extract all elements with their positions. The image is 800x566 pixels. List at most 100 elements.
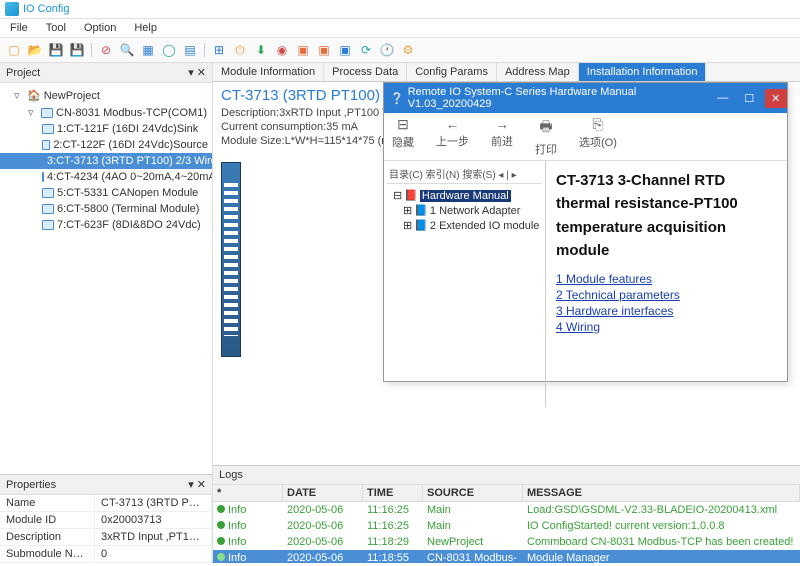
download-icon[interactable]: ⬇ — [252, 41, 270, 59]
module-icon — [42, 172, 44, 182]
table-icon[interactable]: ▤ — [181, 41, 199, 59]
content-tabs: Module Information Process Data Config P… — [213, 63, 800, 82]
module-icon[interactable]: ▦ — [139, 41, 157, 59]
home-icon: 🏠 — [27, 89, 41, 102]
power-icon[interactable]: ⏻ — [231, 41, 249, 59]
manual-options-button[interactable]: ⎘选项(O) — [579, 116, 617, 157]
manual-link-parameters[interactable]: 2 Technical parameters — [556, 288, 777, 302]
logs-header: Logs — [213, 466, 800, 485]
logs-rows: Info2020-05-0611:16:25MainLoad:GSD\GSDML… — [213, 502, 800, 563]
manual-link-interfaces[interactable]: 3 Hardware interfaces — [556, 304, 777, 318]
tree-module-4[interactable]: 4:CT-4234 (4AO 0~20mA,4~20mA) — [0, 169, 212, 185]
properties-grid: NameCT-3713 (3RTD PT100) Module ID0x2000… — [0, 495, 212, 563]
tab-config-params[interactable]: Config Params — [407, 63, 497, 81]
module-icon — [42, 188, 54, 198]
prop-val: CT-3713 (3RTD PT100) — [95, 495, 212, 512]
log-row[interactable]: Info2020-05-0611:16:25MainLoad:GSD\GSDML… — [213, 502, 800, 518]
log-row[interactable]: Info2020-05-0611:18:29NewProjectCommboar… — [213, 534, 800, 550]
prop-key: Submodule Number — [0, 546, 95, 563]
tree-module-2[interactable]: 2:CT-122F (16DI 24Vdc)Source — [0, 137, 212, 153]
save-icon[interactable]: 💾 — [47, 41, 65, 59]
adapter-icon — [41, 108, 53, 118]
box1-icon[interactable]: ▣ — [294, 41, 312, 59]
grid-icon[interactable]: ⊞ — [210, 41, 228, 59]
prop-val: 3xRTD Input ,PT100 T... — [95, 529, 212, 546]
properties-panel: Properties ▾ ✕ NameCT-3713 (3RTD PT100) … — [0, 474, 212, 563]
tree-module-6[interactable]: 6:CT-5800 (Terminal Module) — [0, 201, 212, 217]
back-icon: ← — [446, 116, 460, 132]
manual-nav: 目录(C) 索引(N) 搜索(S) ◂ | ▸ ⊟📕Hardware Manua… — [384, 161, 546, 407]
status-dot-icon — [217, 521, 225, 529]
menu-tool[interactable]: Tool — [46, 22, 66, 34]
nav-item-hardware-manual[interactable]: ⊟📕Hardware Manual — [389, 188, 540, 203]
properties-header: Properties ▾ ✕ — [0, 475, 212, 495]
book-icon: 📘 — [414, 219, 428, 232]
open-icon[interactable]: 📂 — [26, 41, 44, 59]
menu-file[interactable]: File — [10, 22, 28, 34]
app-title: IO Config — [23, 3, 69, 15]
status-dot-icon — [217, 553, 225, 561]
manual-titlebar[interactable]: ❔ Remote IO System-C Series Hardware Man… — [384, 83, 787, 113]
prop-val: 0 — [95, 546, 212, 563]
manual-link-wiring[interactable]: 4 Wiring — [556, 320, 777, 334]
clock-icon[interactable]: 🕐 — [378, 41, 396, 59]
sync-icon[interactable]: ⟳ — [357, 41, 375, 59]
manual-link-features[interactable]: 1 Module features — [556, 272, 777, 286]
maximize-button[interactable]: ☐ — [738, 92, 761, 105]
status-dot-icon — [217, 505, 225, 513]
tab-address-map[interactable]: Address Map — [497, 63, 579, 81]
search-icon[interactable]: 🔍 — [118, 41, 136, 59]
manual-hide-button[interactable]: ⊟隐藏 — [392, 116, 414, 157]
tab-install-info[interactable]: Installation Information — [579, 63, 707, 81]
status-dot-icon — [217, 537, 225, 545]
prop-key: Module ID — [0, 512, 95, 529]
nav-item-extended-io[interactable]: ⊞📘2 Extended IO module — [389, 218, 540, 233]
circle-icon[interactable]: ◯ — [160, 41, 178, 59]
gear-icon[interactable]: ⚙ — [399, 41, 417, 59]
tab-process-data[interactable]: Process Data — [324, 63, 407, 81]
menu-help[interactable]: Help — [134, 22, 157, 34]
module-image — [221, 162, 241, 357]
right-panel: Module Information Process Data Config P… — [213, 63, 800, 563]
prop-val: 0x20003713 — [95, 512, 212, 529]
manual-forward-button[interactable]: →前进 — [491, 116, 513, 157]
manual-back-button[interactable]: ←上一步 — [436, 116, 469, 157]
nav-item-network-adapter[interactable]: ⊞📘1 Network Adapter — [389, 203, 540, 218]
logs-column-headers: *DATETIMESOURCEMESSAGE — [213, 485, 800, 502]
pin-icon[interactable]: ▾ ✕ — [188, 66, 206, 79]
tree-module-7[interactable]: 7:CT-623F (8DI&8DO 24Vdc) — [0, 217, 212, 233]
log-row[interactable]: Info2020-05-0611:16:25MainIO ConfigStart… — [213, 518, 800, 534]
minimize-button[interactable]: — — [712, 92, 735, 104]
box3-icon[interactable]: ▣ — [336, 41, 354, 59]
module-icon — [42, 156, 44, 166]
tree-module-3[interactable]: 3:CT-3713 (3RTD PT100) 2/3 Wire — [0, 153, 212, 169]
hide-icon: ⊟ — [397, 116, 409, 133]
manual-toolbar: ⊟隐藏 ←上一步 →前进 🖶打印 ⎘选项(O) — [384, 113, 787, 161]
tree-root[interactable]: ▿🏠NewProject — [0, 87, 212, 104]
app-icon — [5, 2, 19, 16]
tree-adapter[interactable]: ▿CN-8031 Modbus-TCP(COM1) — [0, 104, 212, 121]
manual-nav-tabs[interactable]: 目录(C) 索引(N) 搜索(S) ◂ | ▸ — [387, 164, 542, 184]
pin-icon[interactable]: ▾ ✕ — [188, 478, 206, 491]
options-icon: ⎘ — [592, 116, 603, 133]
stop-icon[interactable]: ◉ — [273, 41, 291, 59]
prop-key: Description — [0, 529, 95, 546]
tree-module-1[interactable]: 1:CT-121F (16DI 24Vdc)Sink — [0, 121, 212, 137]
log-row[interactable]: Info2020-05-0611:18:55CN-8031 Modbus-Mod… — [213, 550, 800, 563]
tree-module-5[interactable]: 5:CT-5331 CANopen Module — [0, 185, 212, 201]
close-project-icon[interactable]: ⊘ — [97, 41, 115, 59]
box2-icon[interactable]: ▣ — [315, 41, 333, 59]
tab-module-info[interactable]: Module Information — [213, 63, 324, 81]
module-icon — [42, 140, 50, 150]
manual-print-button[interactable]: 🖶打印 — [535, 116, 557, 157]
book-icon: 📘 — [414, 204, 428, 217]
menu-option[interactable]: Option — [84, 22, 116, 34]
close-button[interactable]: ✕ — [765, 89, 788, 108]
manual-window: ❔ Remote IO System-C Series Hardware Man… — [383, 82, 788, 382]
module-icon — [42, 204, 54, 214]
module-icon — [42, 124, 54, 134]
saveas-icon[interactable]: 💾 — [68, 41, 86, 59]
new-icon[interactable]: ▢ — [5, 41, 23, 59]
content-area: CT-3713 (3RTD PT100) 2/3 Wire Descriptio… — [213, 82, 800, 465]
manual-heading: CT-3713 3-Channel RTD thermal resistance… — [556, 169, 777, 262]
